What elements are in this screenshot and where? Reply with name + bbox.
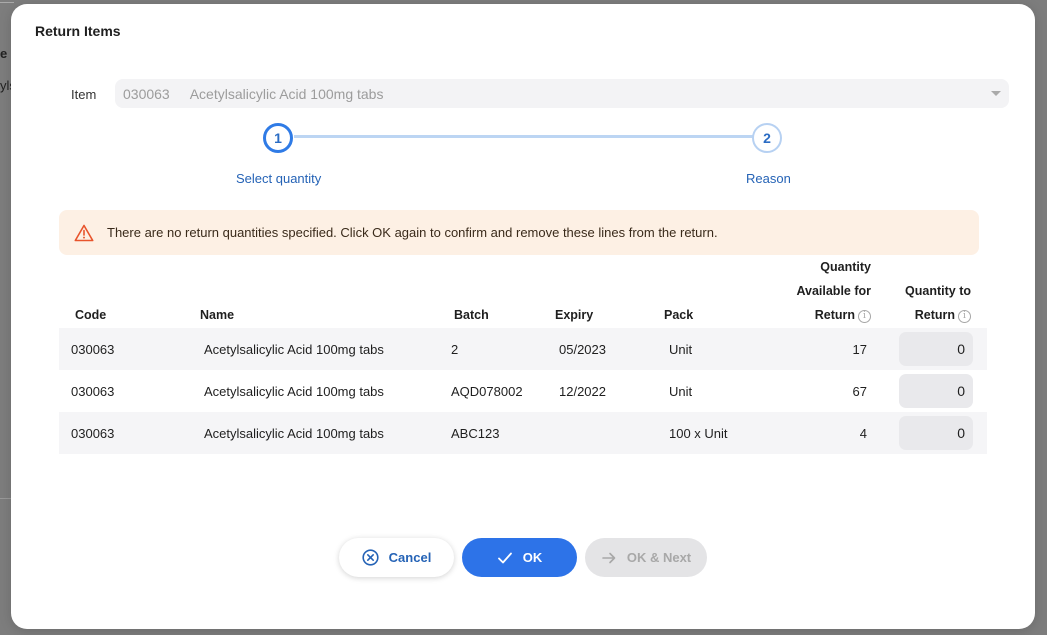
dropdown-caret-icon — [991, 91, 1001, 96]
cell-pack: Unit — [669, 342, 693, 357]
item-code: 030063 — [123, 85, 170, 102]
column-header-name[interactable]: Name — [200, 303, 234, 327]
item-select[interactable]: 030063 Acetylsalicylic Acid 100mg tabs — [115, 79, 1009, 108]
info-icon[interactable]: i — [858, 310, 871, 323]
column-header-pack[interactable]: Pack — [664, 303, 693, 327]
ok-button[interactable]: OK — [462, 538, 577, 577]
column-header-expiry[interactable]: Expiry — [555, 303, 593, 327]
quantity-to-return-input[interactable] — [899, 332, 973, 366]
column-header-to-return-line1: Quantity to — [905, 284, 971, 298]
x-circle-icon — [362, 549, 379, 566]
dialog-title: Return Items — [35, 23, 121, 39]
stepper-connector — [294, 135, 754, 138]
warning-alert: There are no return quantities specified… — [59, 210, 979, 255]
cell-code: 030063 — [71, 426, 115, 441]
cell-code: 030063 — [71, 384, 115, 399]
cancel-button[interactable]: Cancel — [339, 538, 454, 577]
cell-available: 4 — [859, 426, 867, 441]
backdrop-divider — [0, 2, 14, 3]
cell-batch: AQD078002 — [451, 384, 523, 399]
step-2-indicator: 2 — [752, 123, 782, 153]
backdrop-title-fragment: e — [0, 46, 8, 61]
cell-pack: 100 x Unit — [669, 426, 728, 441]
column-header-available-line2: Available for — [796, 284, 871, 298]
warning-triangle-icon — [74, 224, 94, 242]
ok-button-label: OK — [522, 550, 543, 565]
cell-name: Acetylsalicylic Acid 100mg tabs — [204, 342, 384, 357]
ok-and-next-button[interactable]: OK & Next — [585, 538, 707, 577]
column-header-batch[interactable]: Batch — [454, 303, 489, 327]
column-header-available[interactable]: Quantity Available for Return i — [796, 255, 871, 327]
info-icon[interactable]: i — [958, 310, 971, 323]
cell-batch: ABC123 — [451, 426, 500, 441]
cell-pack: Unit — [669, 384, 693, 399]
alert-message: There are no return quantities specified… — [107, 225, 718, 240]
quantity-to-return-input[interactable] — [899, 416, 973, 450]
column-header-quantity-to-return[interactable]: Quantity to Return i — [905, 279, 971, 327]
return-items-dialog: Return Items Item 030063 Acetylsalicylic… — [11, 4, 1035, 629]
column-header-available-line3: Return — [814, 308, 855, 322]
cell-code: 030063 — [71, 342, 115, 357]
item-name: Acetylsalicylic Acid 100mg tabs — [189, 85, 384, 102]
cancel-button-label: Cancel — [388, 550, 432, 565]
arrow-right-icon — [601, 551, 617, 565]
table-row[interactable]: 030063 Acetylsalicylic Acid 100mg tabs A… — [59, 370, 987, 412]
step-2-label: Reason — [746, 171, 791, 186]
cell-available: 17 — [852, 342, 867, 357]
column-header-available-line1: Quantity — [820, 260, 871, 274]
cell-expiry: 05/2023 — [559, 342, 606, 357]
column-header-to-return-line2: Return — [914, 308, 955, 322]
table-row[interactable]: 030063 Acetylsalicylic Acid 100mg tabs 2… — [59, 328, 987, 370]
cell-name: Acetylsalicylic Acid 100mg tabs — [204, 426, 384, 441]
cell-batch: 2 — [451, 342, 459, 357]
ok-and-next-button-label: OK & Next — [626, 550, 692, 565]
cell-available: 67 — [852, 384, 867, 399]
cell-name: Acetylsalicylic Acid 100mg tabs — [204, 384, 384, 399]
checkmark-icon — [497, 551, 513, 565]
item-label: Item — [71, 87, 97, 102]
column-header-code[interactable]: Code — [75, 303, 106, 327]
step-1-label: Select quantity — [236, 171, 322, 186]
quantity-to-return-input[interactable] — [899, 374, 973, 408]
step-1-indicator: 1 — [263, 123, 293, 153]
cell-expiry: 12/2022 — [559, 384, 606, 399]
table-row[interactable]: 030063 Acetylsalicylic Acid 100mg tabs A… — [59, 412, 987, 454]
